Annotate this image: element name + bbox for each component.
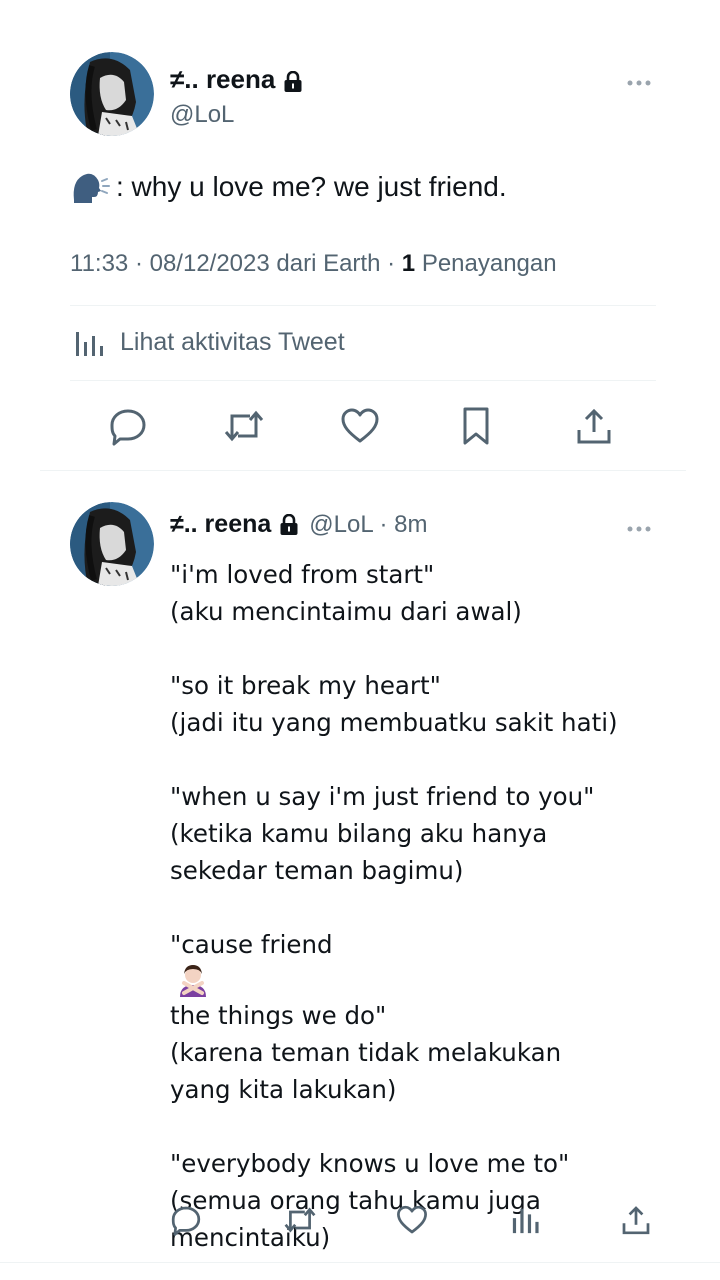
views-label: Penayangan — [421, 250, 557, 277]
reply-button[interactable] — [168, 1202, 204, 1238]
stanza-line: (aku mencintaimu dari awal) — [170, 597, 522, 626]
bookmark-button[interactable] — [456, 404, 496, 448]
retweet-icon — [224, 410, 264, 442]
reply-meta[interactable]: @LoL · 8m — [309, 511, 427, 539]
analytics-icon — [512, 1208, 539, 1234]
views-count: 1 — [401, 250, 416, 277]
display-name[interactable]: ≠.. reena — [170, 64, 303, 95]
reply-header: ≠.. reena @LoL · 8m — [170, 510, 427, 539]
share-button[interactable] — [618, 1202, 654, 1238]
share-icon — [622, 1206, 650, 1235]
divider — [0, 1262, 720, 1263]
reply-icon — [171, 1206, 201, 1236]
avatar[interactable] — [70, 502, 154, 586]
heart-icon — [397, 1205, 427, 1234]
retweet-button[interactable] — [220, 404, 268, 448]
stanza: "everybody knows u love me to" (semua or… — [170, 1145, 690, 1256]
bookmark-icon — [463, 407, 489, 445]
tweet-text: : why u love me? we just friend. — [70, 170, 507, 204]
reply-icon — [110, 409, 146, 446]
divider — [70, 380, 656, 381]
timestamp: 11:33 · 08/12/2023 dari Earth · — [70, 250, 396, 277]
stanza-line: (semua orang tahu kamu juga — [170, 1186, 541, 1215]
more-icon[interactable] — [626, 520, 652, 532]
handle[interactable]: @LoL — [170, 101, 234, 129]
lock-icon — [279, 513, 299, 536]
stanza-line: "so it break my heart" — [170, 671, 441, 700]
stanza-line-part: "cause friend — [170, 930, 333, 959]
stanza-line: "i'm loved from start" — [170, 560, 435, 589]
stanza-line: "everybody knows u love me to" — [170, 1149, 570, 1178]
tweet-text-content: : why u love me? we just friend. — [116, 171, 507, 202]
reply-text: "i'm loved from start" (aku mencintaimu … — [170, 556, 690, 1256]
stanza-line: yang kita lakukan) — [170, 1075, 397, 1104]
avatar[interactable] — [70, 52, 154, 136]
more-icon[interactable] — [626, 74, 652, 86]
speaking-head-emoji — [70, 170, 110, 204]
lock-icon — [283, 69, 303, 92]
stanza-line: (karena teman tidak melakukan — [170, 1038, 562, 1067]
like-button[interactable] — [394, 1202, 430, 1238]
stanza: "i'm loved from start" (aku mencintaimu … — [170, 556, 690, 630]
activity-label: Lihat aktivitas Tweet — [120, 327, 345, 356]
divider — [70, 305, 656, 306]
heart-icon — [341, 408, 379, 443]
retweet-button[interactable] — [280, 1202, 320, 1238]
share-button[interactable] — [572, 404, 616, 448]
like-button[interactable] — [338, 404, 382, 448]
reply-button[interactable] — [106, 404, 150, 448]
retweet-icon — [284, 1207, 316, 1233]
stanza-line: (ketika kamu bilang aku hanya — [170, 819, 548, 848]
tweet-activity-link[interactable]: Lihat aktivitas Tweet — [74, 326, 345, 358]
tweet-meta: 11:33 · 08/12/2023 dari Earth · 1 Penaya… — [70, 250, 557, 278]
analytics-icon — [74, 326, 106, 358]
share-icon — [577, 408, 611, 444]
person-gesturing-no-emoji — [176, 963, 210, 997]
stanza-line: mencintaiku) — [170, 1223, 331, 1252]
stanza-line: (jadi itu yang membuatku sakit hati) — [170, 708, 618, 737]
display-name-text: ≠.. reena — [170, 64, 276, 94]
stanza-line: sekedar teman bagimu) — [170, 856, 464, 885]
views-button[interactable] — [508, 1202, 544, 1238]
stanza: "so it break my heart" (jadi itu yang me… — [170, 667, 690, 741]
divider — [40, 470, 686, 471]
stanza-line-part: the things we do" — [170, 1001, 387, 1030]
stanza-line-with-emoji: "cause friend the things we do" — [170, 926, 690, 1034]
stanza: "cause friend the things we do" (karena … — [170, 926, 690, 1108]
stanza: "when u say i'm just friend to you" (ket… — [170, 778, 690, 889]
stanza-line: "when u say i'm just friend to you" — [170, 782, 595, 811]
display-name-text[interactable]: ≠.. reena — [170, 510, 271, 539]
